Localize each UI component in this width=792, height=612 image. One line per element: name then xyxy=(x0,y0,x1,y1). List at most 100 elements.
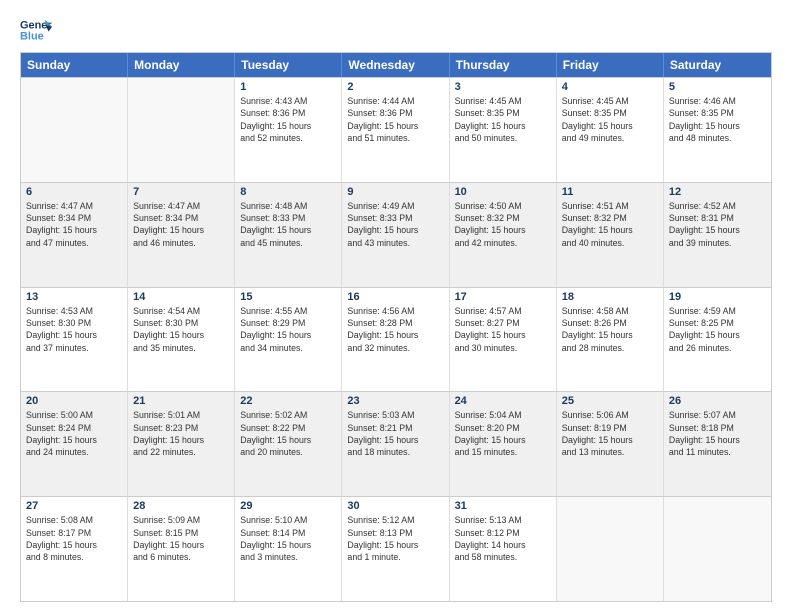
day-info: Sunrise: 5:08 AM Sunset: 8:17 PM Dayligh… xyxy=(26,514,122,563)
day-number: 21 xyxy=(133,395,229,407)
calendar-body: 1 Sunrise: 4:43 AM Sunset: 8:36 PM Daylig… xyxy=(21,77,771,601)
header-monday: Monday xyxy=(128,53,235,77)
day-cell-16: 16 Sunrise: 4:56 AM Sunset: 8:28 PM Dayli… xyxy=(342,288,449,392)
day-info: Sunrise: 4:47 AM Sunset: 8:34 PM Dayligh… xyxy=(133,200,229,249)
week-row-4: 20 Sunrise: 5:00 AM Sunset: 8:24 PM Dayli… xyxy=(21,391,771,496)
day-info: Sunrise: 5:06 AM Sunset: 8:19 PM Dayligh… xyxy=(562,409,658,458)
day-number: 27 xyxy=(26,500,122,512)
empty-cell xyxy=(557,497,664,601)
day-info: Sunrise: 5:12 AM Sunset: 8:13 PM Dayligh… xyxy=(347,514,443,563)
day-number: 5 xyxy=(669,81,766,93)
day-info: Sunrise: 4:45 AM Sunset: 8:35 PM Dayligh… xyxy=(562,95,658,144)
day-number: 17 xyxy=(455,291,551,303)
day-cell-24: 24Sunrise: 5:04 AM Sunset: 8:20 PM Dayli… xyxy=(450,392,557,496)
day-cell-10: 10Sunrise: 4:50 AM Sunset: 8:32 PM Dayli… xyxy=(450,183,557,287)
day-number: 9 xyxy=(347,186,443,198)
day-info: Sunrise: 4:54 AM Sunset: 8:30 PM Dayligh… xyxy=(133,305,229,354)
day-info: Sunrise: 4:57 AM Sunset: 8:27 PM Dayligh… xyxy=(455,305,551,354)
day-cell-28: 28 Sunrise: 5:09 AM Sunset: 8:15 PM Dayli… xyxy=(128,497,235,601)
day-info: Sunrise: 4:52 AM Sunset: 8:31 PM Dayligh… xyxy=(669,200,766,249)
day-cell-4: 4 Sunrise: 4:45 AM Sunset: 8:35 PM Daylig… xyxy=(557,78,664,182)
day-number: 18 xyxy=(562,291,658,303)
day-number: 8 xyxy=(240,186,336,198)
empty-cell xyxy=(664,497,771,601)
day-info: Sunrise: 4:50 AM Sunset: 8:32 PM Dayligh… xyxy=(455,200,551,249)
day-info: Sunrise: 4:51 AM Sunset: 8:32 PM Dayligh… xyxy=(562,200,658,249)
day-cell-25: 25Sunrise: 5:06 AM Sunset: 8:19 PM Dayli… xyxy=(557,392,664,496)
day-cell-1: 1 Sunrise: 4:43 AM Sunset: 8:36 PM Daylig… xyxy=(235,78,342,182)
day-cell-26: 26 Sunrise: 5:07 AM Sunset: 8:18 PM Dayli… xyxy=(664,392,771,496)
day-cell-7: 7 Sunrise: 4:47 AM Sunset: 8:34 PM Daylig… xyxy=(128,183,235,287)
day-number: 19 xyxy=(669,291,766,303)
day-cell-23: 23 Sunrise: 5:03 AM Sunset: 8:21 PM Dayli… xyxy=(342,392,449,496)
day-cell-15: 15 Sunrise: 4:55 AM Sunset: 8:29 PM Dayli… xyxy=(235,288,342,392)
day-info: Sunrise: 5:10 AM Sunset: 8:14 PM Dayligh… xyxy=(240,514,336,563)
day-info: Sunrise: 5:00 AM Sunset: 8:24 PM Dayligh… xyxy=(26,409,122,458)
day-number: 30 xyxy=(347,500,443,512)
day-info: Sunrise: 4:58 AM Sunset: 8:26 PM Dayligh… xyxy=(562,305,658,354)
day-info: Sunrise: 4:46 AM Sunset: 8:35 PM Dayligh… xyxy=(669,95,766,144)
day-info: Sunrise: 5:03 AM Sunset: 8:21 PM Dayligh… xyxy=(347,409,443,458)
day-cell-5: 5 Sunrise: 4:46 AM Sunset: 8:35 PM Daylig… xyxy=(664,78,771,182)
day-cell-13: 13Sunrise: 4:53 AM Sunset: 8:30 PM Dayli… xyxy=(21,288,128,392)
svg-text:Blue: Blue xyxy=(20,30,44,42)
day-cell-19: 19 Sunrise: 4:59 AM Sunset: 8:25 PM Dayli… xyxy=(664,288,771,392)
day-number: 31 xyxy=(455,500,551,512)
day-cell-29: 29Sunrise: 5:10 AM Sunset: 8:14 PM Dayli… xyxy=(235,497,342,601)
week-row-1: 1 Sunrise: 4:43 AM Sunset: 8:36 PM Daylig… xyxy=(21,77,771,182)
day-number: 15 xyxy=(240,291,336,303)
day-cell-27: 27 Sunrise: 5:08 AM Sunset: 8:17 PM Dayli… xyxy=(21,497,128,601)
day-info: Sunrise: 4:47 AM Sunset: 8:34 PM Dayligh… xyxy=(26,200,122,249)
day-number: 2 xyxy=(347,81,443,93)
header-saturday: Saturday xyxy=(664,53,771,77)
day-info: Sunrise: 5:13 AM Sunset: 8:12 PM Dayligh… xyxy=(455,514,551,563)
week-row-2: 6Sunrise: 4:47 AM Sunset: 8:34 PM Daylig… xyxy=(21,182,771,287)
day-number: 20 xyxy=(26,395,122,407)
day-info: Sunrise: 4:48 AM Sunset: 8:33 PM Dayligh… xyxy=(240,200,336,249)
header-sunday: Sunday xyxy=(21,53,128,77)
day-info: Sunrise: 4:49 AM Sunset: 8:33 PM Dayligh… xyxy=(347,200,443,249)
day-cell-31: 31 Sunrise: 5:13 AM Sunset: 8:12 PM Dayli… xyxy=(450,497,557,601)
day-number: 24 xyxy=(455,395,551,407)
empty-cell xyxy=(128,78,235,182)
day-number: 14 xyxy=(133,291,229,303)
day-cell-2: 2 Sunrise: 4:44 AM Sunset: 8:36 PM Daylig… xyxy=(342,78,449,182)
day-info: Sunrise: 4:44 AM Sunset: 8:36 PM Dayligh… xyxy=(347,95,443,144)
day-info: Sunrise: 4:45 AM Sunset: 8:35 PM Dayligh… xyxy=(455,95,551,144)
day-number: 12 xyxy=(669,186,766,198)
logo: General Blue xyxy=(20,16,52,44)
day-info: Sunrise: 5:01 AM Sunset: 8:23 PM Dayligh… xyxy=(133,409,229,458)
header-wednesday: Wednesday xyxy=(342,53,449,77)
calendar-header: SundayMondayTuesdayWednesdayThursdayFrid… xyxy=(21,53,771,77)
day-cell-30: 30 Sunrise: 5:12 AM Sunset: 8:13 PM Dayli… xyxy=(342,497,449,601)
day-number: 11 xyxy=(562,186,658,198)
header-tuesday: Tuesday xyxy=(235,53,342,77)
day-info: Sunrise: 5:09 AM Sunset: 8:15 PM Dayligh… xyxy=(133,514,229,563)
day-cell-12: 12 Sunrise: 4:52 AM Sunset: 8:31 PM Dayli… xyxy=(664,183,771,287)
calendar: SundayMondayTuesdayWednesdayThursdayFrid… xyxy=(20,52,772,602)
day-cell-14: 14 Sunrise: 4:54 AM Sunset: 8:30 PM Dayli… xyxy=(128,288,235,392)
day-number: 16 xyxy=(347,291,443,303)
day-info: Sunrise: 4:55 AM Sunset: 8:29 PM Dayligh… xyxy=(240,305,336,354)
day-number: 4 xyxy=(562,81,658,93)
day-number: 3 xyxy=(455,81,551,93)
day-number: 1 xyxy=(240,81,336,93)
day-info: Sunrise: 4:43 AM Sunset: 8:36 PM Dayligh… xyxy=(240,95,336,144)
day-cell-22: 22Sunrise: 5:02 AM Sunset: 8:22 PM Dayli… xyxy=(235,392,342,496)
week-row-3: 13Sunrise: 4:53 AM Sunset: 8:30 PM Dayli… xyxy=(21,287,771,392)
day-cell-11: 11 Sunrise: 4:51 AM Sunset: 8:32 PM Dayli… xyxy=(557,183,664,287)
day-cell-9: 9 Sunrise: 4:49 AM Sunset: 8:33 PM Daylig… xyxy=(342,183,449,287)
day-info: Sunrise: 4:59 AM Sunset: 8:25 PM Dayligh… xyxy=(669,305,766,354)
day-number: 28 xyxy=(133,500,229,512)
day-cell-6: 6Sunrise: 4:47 AM Sunset: 8:34 PM Daylig… xyxy=(21,183,128,287)
day-number: 26 xyxy=(669,395,766,407)
day-cell-3: 3 Sunrise: 4:45 AM Sunset: 8:35 PM Daylig… xyxy=(450,78,557,182)
day-cell-8: 8 Sunrise: 4:48 AM Sunset: 8:33 PM Daylig… xyxy=(235,183,342,287)
empty-cell xyxy=(21,78,128,182)
day-cell-21: 21 Sunrise: 5:01 AM Sunset: 8:23 PM Dayli… xyxy=(128,392,235,496)
day-number: 23 xyxy=(347,395,443,407)
day-number: 7 xyxy=(133,186,229,198)
day-info: Sunrise: 4:56 AM Sunset: 8:28 PM Dayligh… xyxy=(347,305,443,354)
day-info: Sunrise: 5:07 AM Sunset: 8:18 PM Dayligh… xyxy=(669,409,766,458)
day-info: Sunrise: 5:02 AM Sunset: 8:22 PM Dayligh… xyxy=(240,409,336,458)
